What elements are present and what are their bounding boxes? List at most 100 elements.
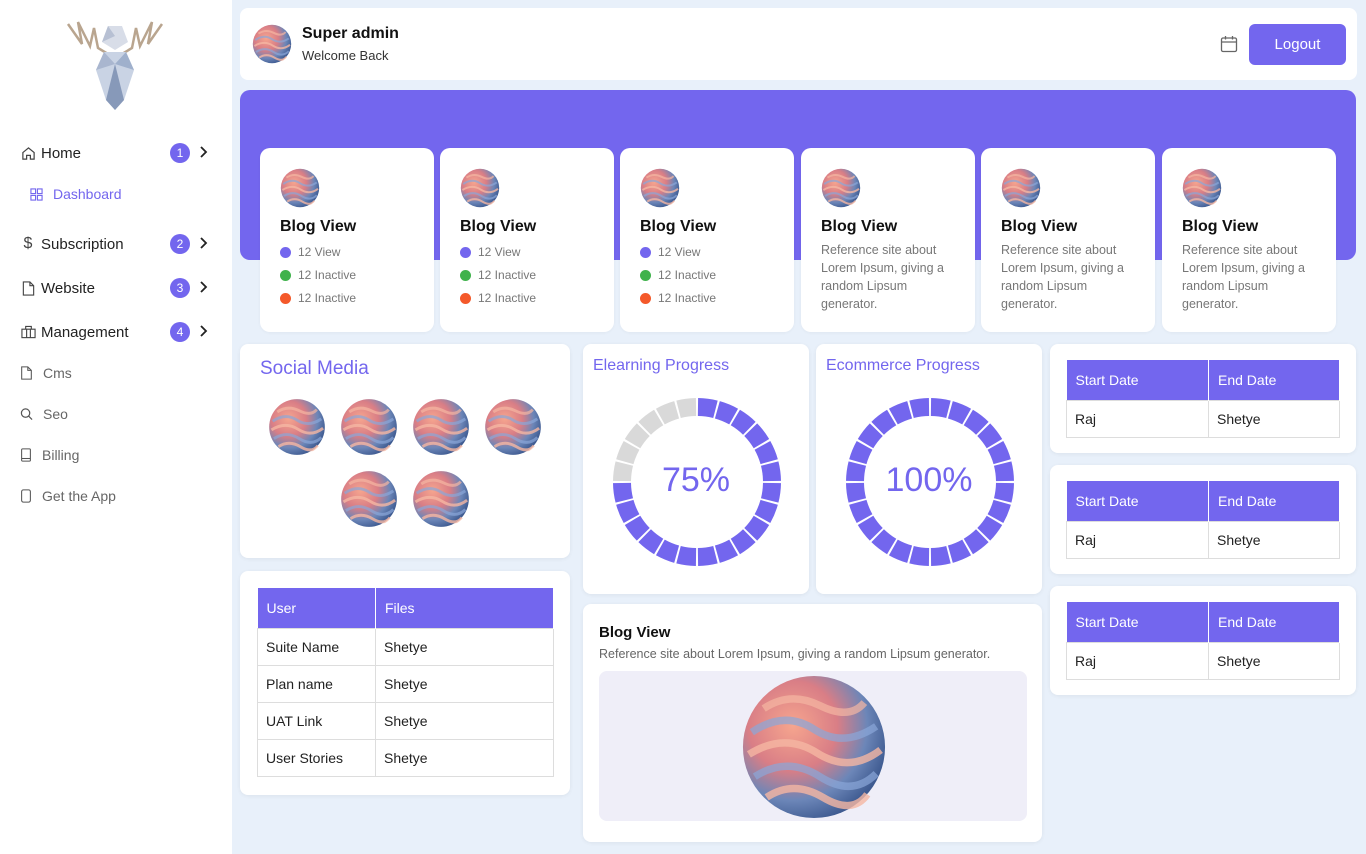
welcome-text: Welcome Back <box>302 48 389 63</box>
table-cell: Raj <box>1066 399 1209 438</box>
column-header: Start Date <box>1066 481 1209 521</box>
card-description: Reference site about Lorem Ipsum, giving… <box>1182 243 1305 311</box>
sidebar-item-label: Billing <box>42 447 80 463</box>
file-icon <box>21 366 32 380</box>
sphere-image <box>460 168 500 208</box>
card-title: Blog View <box>280 218 357 235</box>
date-panel: Start Date End Date Raj Shetye <box>1050 586 1356 695</box>
panel-title: Social Media <box>260 358 369 379</box>
file-icon <box>20 280 36 296</box>
column-header: End Date <box>1208 481 1340 521</box>
sphere-image <box>1182 168 1222 208</box>
card-title: Blog View <box>640 218 717 235</box>
date-panel: Start Date End Date Raj Shetye <box>1050 344 1356 453</box>
sidebar-item-website[interactable]: Website 3 <box>20 276 210 300</box>
blog-image <box>599 671 1027 821</box>
table-row: Plan name Shetye <box>257 664 554 703</box>
date-table: Start Date End Date Raj Shetye <box>1066 481 1340 559</box>
social-media-avatar[interactable] <box>340 470 398 528</box>
table-cell: Shetye <box>375 627 554 666</box>
elearning-progress-panel: Elearning Progress 75% <box>583 344 809 594</box>
sidebar-item-cms[interactable]: Cms <box>20 363 72 383</box>
table-row: User Stories Shetye <box>257 738 554 777</box>
sidebar-item-label: Cms <box>43 365 72 381</box>
view-dot <box>640 246 651 258</box>
info-card[interactable]: Blog View Reference site about Lorem Ips… <box>801 148 975 332</box>
social-media-avatar[interactable] <box>340 398 398 456</box>
donut-segment <box>676 545 697 566</box>
sidebar-item-label: Seo <box>43 406 68 422</box>
card-stat: 12 Inactive <box>478 291 537 305</box>
view-dot <box>280 246 291 258</box>
count-badge: 1 <box>170 143 190 163</box>
stat-card[interactable]: Blog View 12 View 12 Inactive 12 Inactiv… <box>440 148 614 332</box>
grid-icon <box>30 187 43 201</box>
stat-card[interactable]: Blog View 12 View 12 Inactive 12 Inactiv… <box>260 148 434 332</box>
social-media-avatar[interactable] <box>412 398 470 456</box>
sidebar-item-dashboard[interactable]: Dashboard <box>30 184 122 204</box>
sidebar-item-billing[interactable]: Billing <box>20 445 79 465</box>
table-cell: Shetye <box>1208 520 1340 559</box>
social-media-avatar[interactable] <box>268 398 326 456</box>
logout-button[interactable]: Logout <box>1249 24 1346 65</box>
top-header: Super admin Welcome Back Logout <box>240 8 1357 80</box>
inactive-dot <box>280 269 291 281</box>
inactive-dot <box>280 292 291 304</box>
card-stat: 12 Inactive <box>658 268 717 282</box>
info-card[interactable]: Blog View Reference site about Lorem Ips… <box>981 148 1155 332</box>
sidebar-item-label: Home <box>41 144 82 162</box>
table-row: Suite Name Shetye <box>257 627 554 666</box>
sphere-image <box>280 168 320 208</box>
sidebar: Home 1 Dashboard $ Subscription 2 Websit… <box>0 0 232 854</box>
table-row: Raj Shetye <box>1066 520 1340 559</box>
blog-description: Reference site about Lorem Ipsum, giving… <box>599 647 991 661</box>
book-icon <box>21 448 31 462</box>
progress-value: 75% <box>661 461 731 499</box>
chevron-right-icon <box>200 146 208 158</box>
table-row: Raj Shetye <box>1066 399 1340 438</box>
calendar-icon[interactable] <box>1220 35 1238 53</box>
sphere-image <box>640 168 680 208</box>
column-header: End Date <box>1208 602 1340 642</box>
date-panel: Start Date End Date Raj Shetye <box>1050 465 1356 574</box>
panel-title: Ecommerce Progress <box>826 357 980 374</box>
donut-segment <box>676 398 697 419</box>
sidebar-item-seo[interactable]: Seo <box>20 404 68 424</box>
blog-view-panel: Blog View Reference site about Lorem Ips… <box>583 604 1042 842</box>
social-media-avatar[interactable] <box>412 470 470 528</box>
donut-segment <box>697 545 718 566</box>
sidebar-item-management[interactable]: Management 4 <box>20 320 210 344</box>
sidebar-item-label: Get the App <box>42 488 116 504</box>
card-description: Reference site about Lorem Ipsum, giving… <box>821 243 944 311</box>
sidebar-item-label: Management <box>41 323 129 341</box>
table-cell: Shetye <box>375 664 554 703</box>
deer-logo <box>66 21 164 110</box>
card-stat: 12 View <box>298 245 341 259</box>
date-table: Start Date End Date Raj Shetye <box>1066 360 1340 438</box>
info-card[interactable]: Blog View Reference site about Lorem Ips… <box>1162 148 1336 332</box>
social-media-panel: Social Media <box>240 344 570 558</box>
card-title: Blog View <box>1182 218 1259 235</box>
inactive-dot <box>640 269 651 281</box>
social-media-avatar[interactable] <box>484 398 542 456</box>
sidebar-item-label: Subscription <box>41 235 124 253</box>
count-badge: 4 <box>170 322 190 342</box>
count-badge: 3 <box>170 278 190 298</box>
donut-segment <box>697 398 718 419</box>
column-header: Start Date <box>1066 360 1209 400</box>
table-cell: Plan name <box>257 664 376 703</box>
card-stat: 12 View <box>658 245 701 259</box>
sidebar-item-get-app[interactable]: Get the App <box>20 486 116 506</box>
panel-title: Elearning Progress <box>593 357 730 374</box>
date-table: Start Date End Date Raj Shetye <box>1066 602 1340 680</box>
user-files-table: User Files Suite Name Shetye Plan name She… <box>257 588 554 777</box>
card-stat: 12 Inactive <box>298 268 357 282</box>
card-stat: 12 Inactive <box>478 268 537 282</box>
donut-segment <box>909 398 930 419</box>
table-cell: UAT Link <box>257 701 376 740</box>
avatar[interactable] <box>252 24 292 64</box>
sidebar-item-label: Dashboard <box>53 186 122 202</box>
stat-card[interactable]: Blog View 12 View 12 Inactive 12 Inactiv… <box>620 148 794 332</box>
sidebar-item-home[interactable]: Home 1 <box>20 141 210 165</box>
sidebar-item-subscription[interactable]: $ Subscription 2 <box>20 232 210 256</box>
